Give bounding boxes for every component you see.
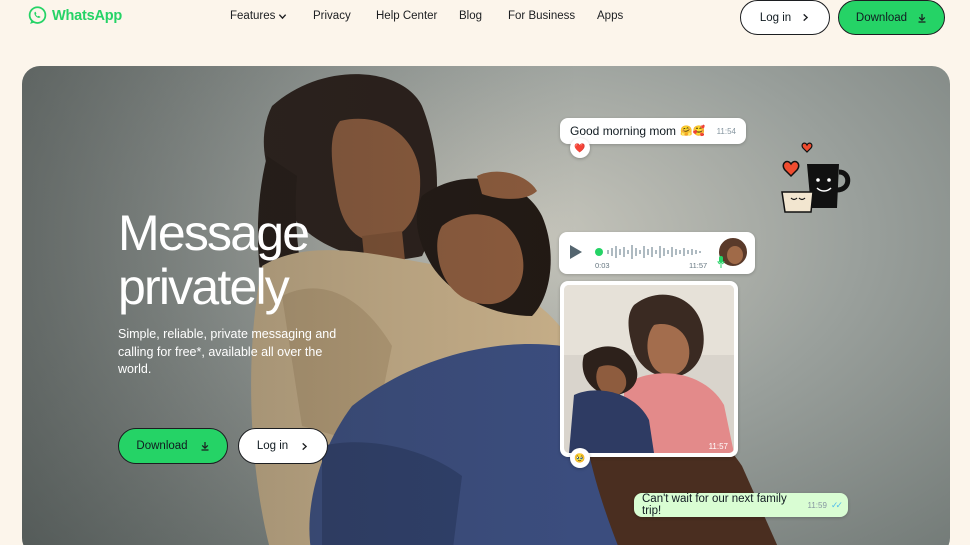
double-check-read-icon: ✓✓	[830, 499, 843, 510]
message-emoji: 🤗🥰	[680, 125, 705, 137]
headline-line-1: Message	[118, 205, 310, 261]
message-text: Good morning mom	[570, 124, 677, 138]
message-time: 11:59	[807, 500, 827, 510]
message-time: 11:54	[716, 126, 736, 136]
teary-smile-reaction-icon: 🥹	[570, 448, 590, 468]
headline-line-2: privately	[118, 259, 290, 315]
photo-reaction-emoji: 🥹	[574, 452, 586, 463]
hero-section: Message privately Simple, reliable, priv…	[22, 66, 950, 545]
hero-download-button[interactable]: Download	[118, 428, 228, 464]
nav-privacy[interactable]: Privacy	[313, 10, 351, 22]
chevron-right-icon	[803, 13, 809, 22]
hero-subtext: Simple, reliable, private messaging and …	[118, 327, 337, 376]
hero-download-label: Download	[136, 440, 188, 452]
nav-apps-label: Apps	[597, 10, 624, 22]
brand-name: WhatsApp	[52, 7, 123, 24]
coffee-mugs-sticker-icon	[781, 142, 851, 213]
chat-bubble-family-trip: Can't wait for our next family trip! 11:…	[634, 493, 848, 517]
download-button-label: Download	[855, 11, 908, 24]
nav-help-center-label: Help Center	[376, 10, 438, 22]
message-text: Can't wait for our next family trip!	[642, 493, 787, 517]
voice-time: 11:57	[689, 261, 708, 270]
hero-login-label: Log in	[256, 440, 289, 452]
whatsapp-logo-icon	[28, 6, 47, 24]
hero-login-button[interactable]: Log in	[238, 428, 328, 464]
download-icon	[201, 442, 209, 451]
photo-time: 11:57	[708, 442, 728, 451]
nav-features[interactable]: Features	[230, 10, 287, 22]
nav-features-label: Features	[230, 10, 276, 22]
login-button-label: Log in	[759, 11, 792, 24]
voice-message-bubble[interactable]: 0:03 11:57	[559, 232, 755, 274]
reaction-emoji: ❤️	[574, 142, 586, 153]
photo-message-bubble[interactable]: 11:57	[560, 281, 738, 457]
nav-apps[interactable]: Apps	[597, 10, 623, 22]
nav-help-center[interactable]: Help Center	[376, 10, 437, 22]
download-icon	[918, 13, 926, 23]
chat-bubble-good-morning: Good morning mom 🤗🥰 11:54	[560, 118, 746, 144]
voice-elapsed: 0:03	[595, 261, 610, 270]
chevron-down-icon	[279, 13, 287, 19]
nav-privacy-label: Privacy	[313, 10, 351, 22]
nav-blog[interactable]: Blog	[459, 10, 482, 22]
nav-blog-label: Blog	[459, 10, 483, 22]
voice-waveform-icon	[595, 245, 701, 259]
photo-image	[564, 285, 734, 453]
whatsapp-logo[interactable]: WhatsApp	[27, 5, 122, 26]
download-button[interactable]: Download	[838, 0, 945, 35]
nav-for-business[interactable]: For Business	[508, 10, 575, 22]
top-nav: WhatsApp Features Privacy Help Center Bl…	[0, 0, 970, 35]
microphone-icon	[717, 256, 725, 268]
nav-for-business-label: For Business	[508, 10, 576, 22]
hero-headline: Message privately	[118, 205, 310, 315]
login-button[interactable]: Log in	[740, 0, 830, 35]
chevron-right-icon	[302, 442, 308, 450]
heart-reaction-icon: ❤️	[570, 138, 590, 158]
play-icon[interactable]	[569, 244, 583, 260]
